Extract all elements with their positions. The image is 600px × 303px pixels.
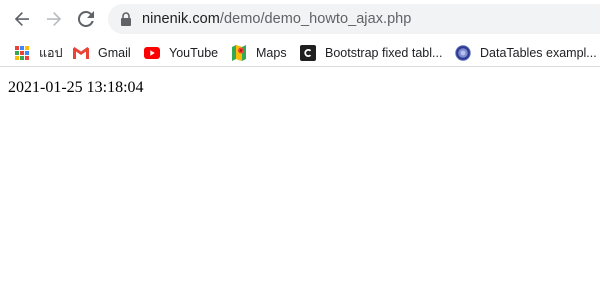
maps-icon bbox=[231, 45, 247, 61]
back-button[interactable] bbox=[8, 5, 36, 33]
forward-arrow-icon bbox=[47, 12, 62, 26]
bootstrap-c-icon bbox=[300, 45, 316, 61]
bookmark-label: Maps bbox=[256, 46, 287, 60]
forward-button[interactable] bbox=[40, 5, 68, 33]
page-datetime: 2021-01-25 13:18:04 bbox=[8, 79, 144, 96]
bookmark-youtube[interactable]: YouTube bbox=[144, 42, 218, 64]
url-text: ninenik.com/demo/demo_howto_ajax.php bbox=[142, 11, 411, 27]
gmail-icon bbox=[73, 45, 89, 61]
bookmark-gmail[interactable]: Gmail bbox=[73, 42, 131, 64]
url-path: /demo/demo_howto_ajax.php bbox=[219, 11, 412, 27]
bookmark-label: Bootstrap fixed tabl... bbox=[325, 46, 443, 60]
bookmarks-bar: แอป Gmail YouTube Maps Bootstrap fixed t… bbox=[0, 37, 600, 67]
bookmark-datatables[interactable]: DataTables exampl... bbox=[455, 42, 597, 64]
back-arrow-icon bbox=[14, 12, 29, 26]
bookmark-label: DataTables exampl... bbox=[480, 46, 597, 60]
lock-icon bbox=[121, 12, 131, 26]
url-host: ninenik.com bbox=[142, 11, 220, 27]
browser-toolbar: ninenik.com/demo/demo_howto_ajax.php bbox=[0, 0, 600, 37]
bookmark-maps[interactable]: Maps bbox=[231, 42, 287, 64]
address-bar[interactable]: ninenik.com/demo/demo_howto_ajax.php bbox=[108, 4, 600, 34]
bookmark-apps[interactable]: แอป bbox=[14, 42, 63, 64]
reload-button[interactable] bbox=[72, 5, 100, 33]
youtube-icon bbox=[144, 45, 160, 61]
bookmark-bootstrap[interactable]: Bootstrap fixed tabl... bbox=[300, 42, 442, 64]
bookmark-label: Gmail bbox=[98, 46, 131, 60]
datatables-icon bbox=[455, 45, 471, 61]
bookmark-label: YouTube bbox=[169, 46, 219, 60]
apps-grid-icon bbox=[14, 45, 30, 61]
reload-icon bbox=[78, 11, 94, 27]
bookmark-label: แอป bbox=[39, 46, 63, 60]
